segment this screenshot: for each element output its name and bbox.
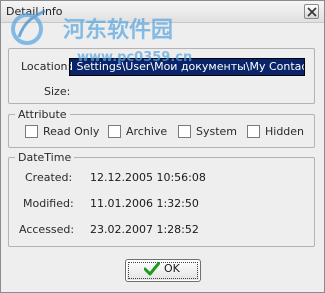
hidden-checkbox[interactable] [247,125,260,138]
read-only-checkbox[interactable] [25,125,38,138]
close-button[interactable] [304,4,319,19]
focus-rectangle [128,262,198,279]
accessed-label: Accessed: [19,223,75,236]
created-value: 12.12.2005 10:56:08 [90,171,206,184]
close-icon [307,7,317,17]
archive-checkbox[interactable] [108,125,121,138]
system-label[interactable]: System [196,125,237,138]
window-title: Detail info [6,5,63,18]
read-only-label[interactable]: Read Only [43,125,99,138]
accessed-value: 23.02.2007 1:28:52 [90,223,199,236]
datetime-legend: DateTime [18,151,72,164]
location-value: d Settings\User\Мои документы\My Contact… [69,60,305,73]
checkmark-icon [144,262,160,276]
location-label: Location: [21,60,72,73]
title-bar[interactable]: Detail info [1,1,324,23]
archive-label[interactable]: Archive [126,125,167,138]
attribute-legend: Attribute [18,108,67,121]
ok-label: OK [164,262,180,275]
location-field[interactable]: d Settings\User\Мои документы\My Contact… [69,58,305,76]
modified-label: Modified: [23,197,74,210]
detail-info-dialog: Detail info Location: d Settings\User\Мо… [0,0,325,293]
system-checkbox[interactable] [178,125,191,138]
created-label: Created: [25,171,73,184]
modified-value: 11.01.2006 1:32:50 [90,197,199,210]
hidden-label[interactable]: Hidden [265,125,304,138]
size-label: Size: [44,85,71,98]
ok-button[interactable]: OK [125,259,201,282]
